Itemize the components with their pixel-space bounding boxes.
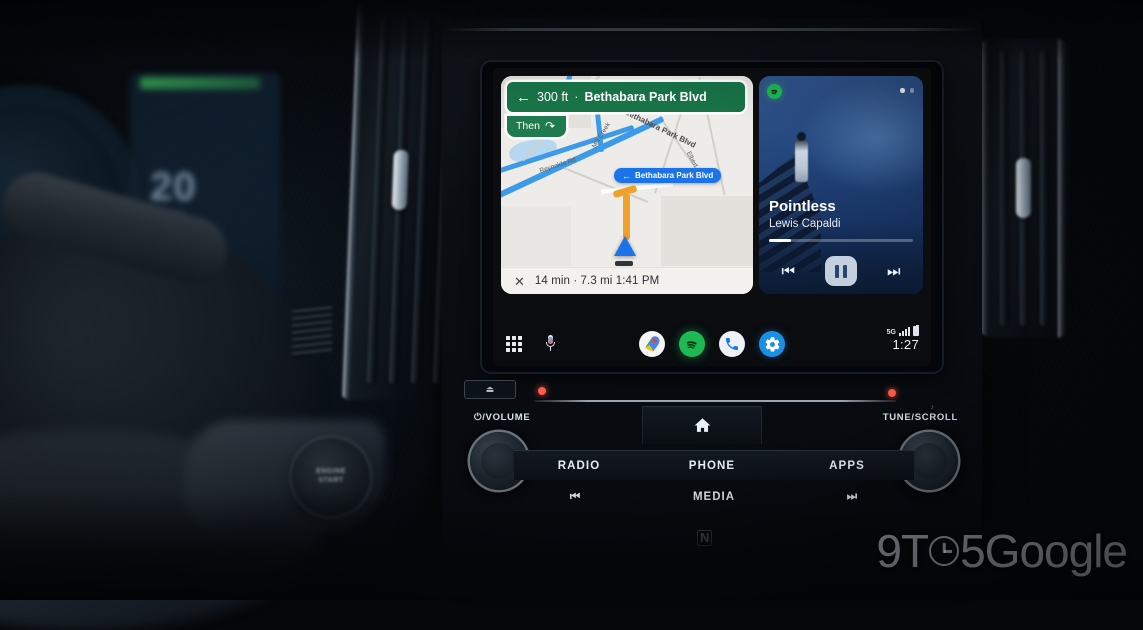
- eject-button[interactable]: ⏏: [464, 380, 516, 399]
- tune-music-note-icon: ♪: [930, 404, 935, 411]
- housing-trim-line: [534, 400, 896, 402]
- phone-button-label: PHONE: [688, 459, 736, 472]
- phone-icon[interactable]: [719, 331, 745, 357]
- volume-knob-label: ⏻/VOLUME: [474, 412, 531, 423]
- spotify-icon: [767, 84, 782, 99]
- artwork-figure: [795, 132, 808, 182]
- turn-separator: ·: [574, 90, 579, 104]
- watermark: 9T 5Google: [876, 524, 1128, 578]
- eta-bar: ✕ 14 min · 7.3 mi 1:41 PM: [501, 267, 753, 294]
- close-icon[interactable]: ✕: [514, 275, 525, 288]
- indicator-led-left: [538, 387, 546, 395]
- playback-progress-bar[interactable]: [769, 239, 913, 242]
- turn-distance: 300 ft: [537, 90, 569, 104]
- track-title: Pointless: [769, 198, 836, 215]
- car-interior-scene: 20 MPH ENGINE START: [0, 0, 1143, 630]
- signal-strength-icon: [899, 327, 910, 336]
- turn-instruction-banner: ← 300 ft · Bethabara Park Blvd: [507, 82, 745, 112]
- pill-turn-left-arrow-icon: ←: [622, 170, 631, 181]
- home-button[interactable]: [642, 406, 762, 444]
- skip-next-icon[interactable]: ⏭: [887, 264, 901, 279]
- next-maneuver-chip: Then ↷: [507, 116, 566, 137]
- eta-summary: 14 min · 7.3 mi 1:41 PM: [534, 275, 660, 287]
- then-label: Then: [516, 120, 540, 132]
- apps-button-label: APPS: [829, 459, 865, 472]
- watermark-text-right: 5Google: [960, 525, 1128, 577]
- speaker-grille: [292, 302, 332, 360]
- maps-icon[interactable]: [639, 331, 665, 357]
- network-type-label: 5G: [886, 329, 896, 336]
- radio-button[interactable]: RADIO: [514, 450, 644, 480]
- apps-grid-icon[interactable]: [506, 336, 522, 352]
- indicator-led-right: [888, 389, 896, 397]
- android-auto-screen[interactable]: Bethabara Park Blvd Mill Creek Reynolda …: [493, 68, 931, 366]
- map-street-label-3: Reynolda Rd: [538, 156, 577, 175]
- clock-icon: [929, 536, 960, 566]
- media-player-card[interactable]: Pointless Lewis Capaldi ⏮ ⏭: [759, 76, 923, 294]
- media-transport-controls: ⏮ ⏭: [759, 256, 923, 286]
- cluster-speed-value: 20: [150, 165, 197, 209]
- turn-street-name: Bethabara Park Blvd: [584, 90, 707, 104]
- dashboard-top-shadow: [0, 0, 1143, 60]
- microphone-icon[interactable]: [545, 335, 555, 353]
- status-area: 5G 1:27: [886, 324, 919, 352]
- phone-button[interactable]: PHONE: [644, 450, 780, 480]
- page-indicator-dots: [900, 88, 914, 93]
- engine-start-line1: ENGINE: [316, 468, 346, 476]
- pause-icon-bar: [835, 264, 840, 278]
- apps-button[interactable]: APPS: [780, 450, 914, 480]
- page-dot-active: [900, 88, 905, 93]
- skip-previous-icon[interactable]: ⏮: [781, 264, 795, 279]
- turn-left-arrow-icon: ←: [516, 88, 531, 106]
- settings-icon[interactable]: [759, 331, 785, 357]
- system-clock: 1:27: [892, 337, 919, 352]
- engine-start-line2: START: [318, 477, 344, 484]
- home-icon: [694, 418, 710, 432]
- radio-button-label: RADIO: [557, 459, 601, 472]
- page-dot: [909, 88, 914, 93]
- playback-progress-fill: [769, 239, 791, 242]
- map-street-pill: ← Bethabara Park Blvd: [614, 168, 722, 183]
- map-arterial: [600, 182, 674, 194]
- tune-scroll-knob-label: TUNE/SCROLL: [882, 412, 958, 423]
- vehicle-position-arrow: [614, 236, 636, 256]
- track-artist: Lewis Capaldi: [769, 218, 841, 230]
- map-route-segment-1: [623, 194, 630, 240]
- battery-icon: [913, 324, 919, 336]
- pause-button[interactable]: [825, 256, 857, 286]
- watermark-text-left: 9T: [876, 525, 929, 577]
- pill-street-name: Bethabara Park Blvd: [635, 171, 714, 180]
- turn-right-arrow-icon: ↷: [544, 119, 555, 133]
- head-unit: Bethabara Park Blvd Mill Creek Reynolda …: [442, 18, 982, 558]
- navigation-map-card[interactable]: Bethabara Park Blvd Mill Creek Reynolda …: [501, 76, 753, 294]
- android-auto-taskbar: 5G 1:27: [493, 322, 931, 366]
- cluster-green-indicator: [140, 77, 260, 89]
- eject-icon: ⏏: [485, 384, 495, 394]
- vehicle-position-shadow: [615, 261, 633, 266]
- pause-icon-bar: [842, 264, 847, 278]
- spotify-icon[interactable]: [679, 331, 705, 357]
- air-vent-right: [978, 38, 1070, 338]
